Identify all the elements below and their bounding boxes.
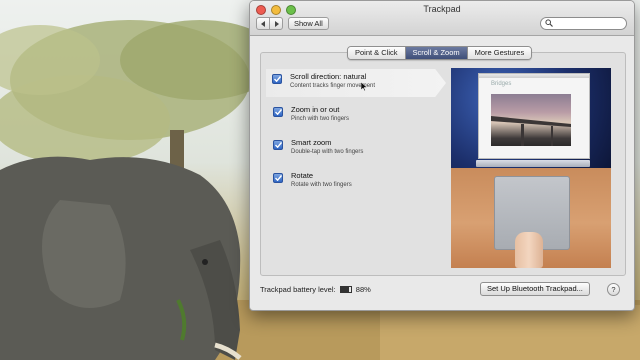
preview-dock	[476, 160, 590, 167]
rotate-checkbox[interactable]	[273, 173, 283, 183]
back-forward-buttons	[256, 17, 283, 30]
battery-status: Trackpad battery level: 88%	[260, 285, 371, 294]
option-title: Scroll direction: natural	[290, 72, 367, 81]
chevron-left-icon	[260, 20, 265, 27]
help-button[interactable]: ?	[607, 283, 620, 296]
battery-label: Trackpad battery level:	[260, 285, 336, 294]
search-field[interactable]	[540, 17, 627, 30]
gesture-preview-video: Bridges	[451, 68, 611, 268]
option-description: Pinch with two fingers	[291, 116, 350, 122]
scroll-direction-checkbox[interactable]	[272, 74, 282, 84]
search-icon	[545, 19, 553, 27]
trackpad-preferences-window: Trackpad Show All Point & Click Scroll &…	[249, 0, 635, 311]
option-smart-zoom[interactable]: Smart zoom Double-tap with two fingers	[267, 135, 443, 163]
tab-scroll-zoom[interactable]: Scroll & Zoom	[404, 47, 467, 59]
option-zoom[interactable]: Zoom in or out Pinch with two fingers	[267, 102, 443, 130]
option-scroll-direction[interactable]: Scroll direction: natural Content tracks…	[266, 69, 446, 97]
checkmark-icon	[274, 142, 282, 148]
option-title: Zoom in or out	[291, 105, 340, 114]
preview-window-title: Bridges	[491, 81, 512, 87]
preview-screen: Bridges	[451, 68, 611, 168]
option-rotate[interactable]: Rotate Rotate with two fingers	[267, 168, 443, 196]
search-input[interactable]	[555, 18, 621, 29]
show-all-button[interactable]: Show All	[288, 17, 329, 30]
title-bar: Trackpad Show All	[250, 1, 634, 36]
option-title: Rotate	[291, 171, 314, 180]
chevron-right-icon	[274, 20, 279, 27]
tab-point-click[interactable]: Point & Click	[348, 47, 405, 59]
tab-bar: Point & Click Scroll & Zoom More Gesture…	[347, 46, 533, 60]
preview-desk	[451, 168, 611, 268]
battery-icon	[339, 286, 352, 294]
checkmark-icon	[274, 175, 282, 181]
back-button[interactable]	[257, 18, 269, 29]
window-title: Trackpad	[423, 4, 461, 14]
option-description: Rotate with two fingers	[291, 182, 352, 188]
option-description: Double-tap with two fingers	[291, 149, 364, 155]
zoom-checkbox[interactable]	[273, 107, 283, 117]
bridge-photo	[491, 94, 571, 146]
option-title: Smart zoom	[291, 138, 332, 147]
preview-window: Bridges	[478, 73, 590, 159]
forward-button[interactable]	[269, 18, 282, 29]
battery-value: 88%	[355, 285, 371, 294]
settings-panel: Scroll direction: natural Content tracks…	[260, 52, 626, 276]
checkmark-icon	[273, 76, 281, 82]
preview-window-bar	[479, 74, 589, 78]
battery-fill	[340, 287, 350, 293]
hand-fingers	[515, 232, 543, 268]
checkmark-icon	[274, 109, 282, 115]
smart-zoom-checkbox[interactable]	[273, 140, 283, 150]
bridge-image	[491, 116, 571, 146]
mouse-cursor-icon	[361, 82, 367, 91]
setup-bluetooth-trackpad-button[interactable]: Set Up Bluetooth Trackpad...	[480, 282, 590, 296]
tab-more-gestures[interactable]: More Gestures	[466, 47, 532, 59]
